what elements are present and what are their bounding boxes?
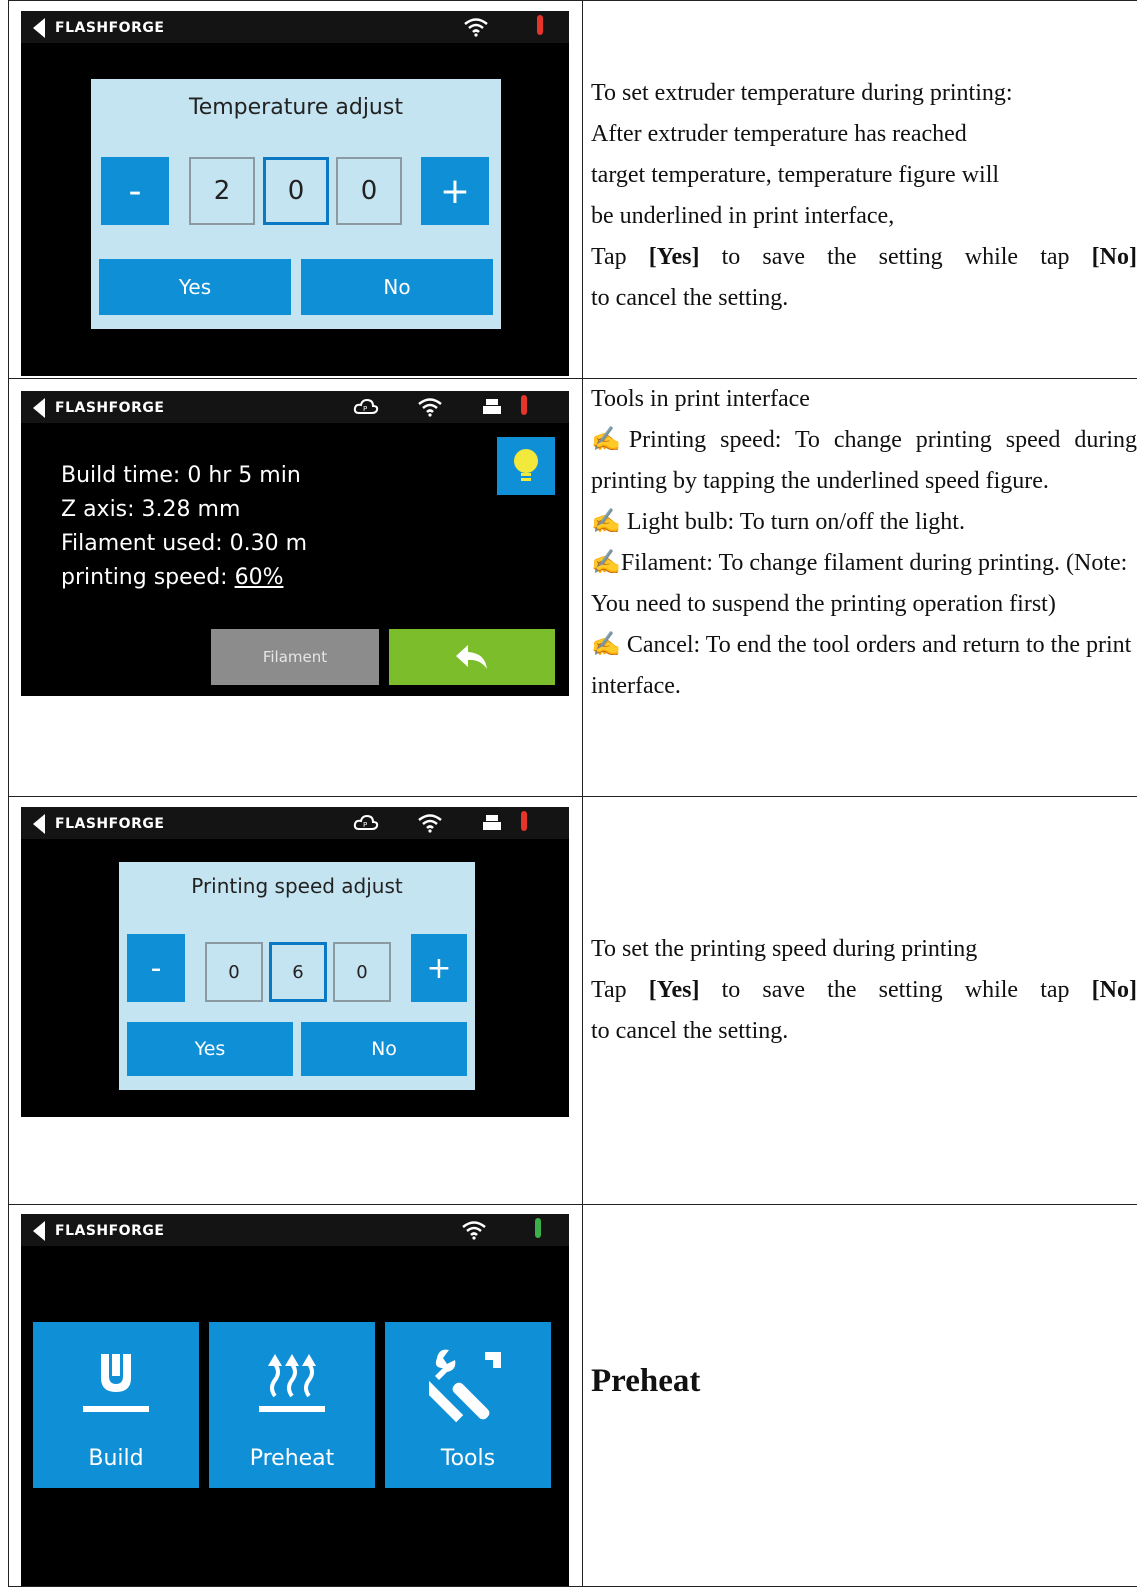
build-tile[interactable]: Build <box>33 1322 199 1488</box>
flashforge-logo-icon <box>33 814 45 834</box>
light-bulb-icon <box>511 447 541 485</box>
no-button[interactable]: No <box>301 1022 467 1076</box>
tens-digit[interactable]: 0 <box>263 157 329 225</box>
speed-screen: FLASHFORGE P Printing speed adjust - <box>21 807 569 1117</box>
ones-digit[interactable]: 0 <box>333 942 391 1002</box>
decrease-button[interactable]: - <box>101 157 169 225</box>
row3-description: To set the printing speed during printin… <box>591 929 1137 1052</box>
flashforge-logo: FLASHFORGE <box>33 18 164 38</box>
row3-screenshot-cell: FLASHFORGE P Printing speed adjust - <box>9 797 583 1205</box>
wifi-icon <box>417 813 443 838</box>
wifi-icon <box>461 1220 487 1245</box>
print-stats: Build time: 0 hr 5 min Z axis: 3.28 mm F… <box>61 459 307 595</box>
flashforge-logo-icon <box>33 18 45 38</box>
z-axis: Z axis: 3.28 mm <box>61 493 307 527</box>
thermometer-hot-icon <box>521 395 527 415</box>
hundreds-digit[interactable]: 0 <box>205 942 263 1002</box>
flashforge-logo: FLASHFORGE <box>33 398 164 418</box>
row3-description-cell: To set the printing speed during printin… <box>583 797 1137 1205</box>
ones-digit[interactable]: 0 <box>336 157 402 225</box>
status-bar: FLASHFORGE P <box>21 807 569 839</box>
flashforge-logo: FLASHFORGE <box>33 814 164 834</box>
flashforge-logo-icon <box>33 398 45 418</box>
flashforge-logo: FLASHFORGE <box>33 1221 164 1241</box>
tools-tile[interactable]: Tools <box>385 1322 551 1488</box>
build-time: Build time: 0 hr 5 min <box>61 459 307 493</box>
row2-description: Tools in print interface ✍Printing speed… <box>591 379 1137 707</box>
printer-icon <box>483 815 501 836</box>
back-button[interactable] <box>389 629 555 685</box>
dialog-title: Printing speed adjust <box>119 874 475 898</box>
temperature-screen: FLASHFORGE Temperature adjust - 2 0 0 + … <box>21 11 569 376</box>
status-bar: FLASHFORGE P <box>21 391 569 423</box>
home-screen: FLASHFORGE Build Preheat T <box>21 1214 569 1586</box>
print-tools-screen: FLASHFORGE P Build time: 0 hr 5 min <box>21 391 569 696</box>
thermometer-hot-icon <box>521 811 527 831</box>
status-bar: FLASHFORGE <box>21 1214 569 1246</box>
preheat-tile[interactable]: Preheat <box>209 1322 375 1488</box>
filament-button[interactable]: Filament <box>211 629 379 685</box>
dialog-title: Temperature adjust <box>91 95 501 120</box>
tens-digit[interactable]: 6 <box>269 942 327 1002</box>
row4-description-cell: Preheat <box>583 1205 1137 1587</box>
preheat-icon <box>255 1352 329 1418</box>
decrease-button[interactable]: - <box>127 934 185 1002</box>
wifi-icon <box>417 397 443 422</box>
row2-screenshot-cell: FLASHFORGE P Build time: 0 hr 5 min <box>9 379 583 797</box>
hundreds-digit[interactable]: 2 <box>189 157 255 225</box>
svg-text:P: P <box>363 821 367 829</box>
increase-button[interactable]: + <box>411 934 467 1002</box>
row1-description-cell: To set extruder temperature during print… <box>583 1 1137 379</box>
back-arrow-icon <box>454 643 490 671</box>
cloud-icon: P <box>353 813 379 838</box>
no-button[interactable]: No <box>301 259 493 315</box>
printer-icon <box>483 399 501 420</box>
status-bar: FLASHFORGE <box>21 11 569 43</box>
row1-screenshot-cell: FLASHFORGE Temperature adjust - 2 0 0 + … <box>9 1 583 379</box>
row1-description: To set extruder temperature during print… <box>591 73 1137 319</box>
printing-speed: printing speed: 60% <box>61 561 307 595</box>
filament-used: Filament used: 0.30 m <box>61 527 307 561</box>
thermometer-ok-icon <box>535 1218 541 1238</box>
temperature-dialog: Temperature adjust - 2 0 0 + Yes No <box>91 79 501 329</box>
light-bulb-button[interactable] <box>497 437 555 495</box>
preheat-heading: Preheat <box>591 1363 1137 1400</box>
cloud-icon: P <box>353 397 379 422</box>
svg-text:P: P <box>363 405 367 413</box>
tools-icon <box>429 1346 507 1424</box>
yes-button[interactable]: Yes <box>99 259 291 315</box>
increase-button[interactable]: + <box>421 157 489 225</box>
row2-description-cell: Tools in print interface ✍Printing speed… <box>583 379 1137 797</box>
printing-speed-value[interactable]: 60% <box>235 565 284 590</box>
thermometer-hot-icon <box>537 15 543 35</box>
speed-dialog: Printing speed adjust - 0 6 0 + Yes No <box>119 862 475 1090</box>
row4-screenshot-cell: FLASHFORGE Build Preheat T <box>9 1205 583 1587</box>
yes-button[interactable]: Yes <box>127 1022 293 1076</box>
flashforge-logo-icon <box>33 1221 45 1241</box>
manual-table: FLASHFORGE Temperature adjust - 2 0 0 + … <box>8 0 1137 1587</box>
build-icon <box>79 1352 153 1418</box>
wifi-icon <box>463 17 489 42</box>
